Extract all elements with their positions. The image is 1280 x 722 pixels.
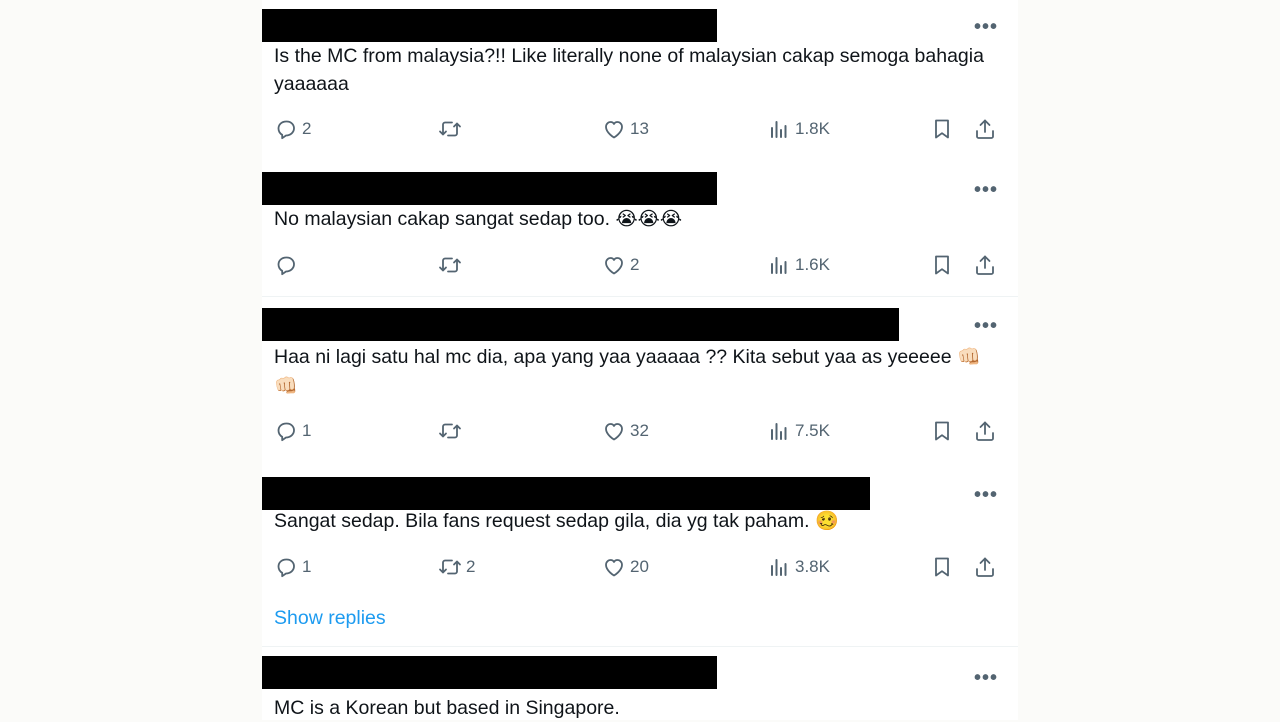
view-count: 3.8K: [795, 557, 830, 576]
share-icon: [976, 255, 994, 275]
bookmark-button[interactable]: [930, 417, 954, 445]
tweet[interactable]: ••• Sangat sedap. Bila fans request seda…: [262, 477, 1018, 602]
reply-button[interactable]: 2: [274, 115, 311, 143]
divider: [262, 646, 1018, 647]
share-button[interactable]: [973, 553, 997, 581]
tweet-actions: 1 2 20 3.8K: [262, 553, 1018, 581]
like-button[interactable]: 13: [602, 115, 649, 143]
heart-icon: [605, 121, 623, 139]
reply-icon: [277, 558, 295, 578]
share-icon: [976, 557, 994, 577]
redacted-author-bar: [262, 9, 717, 42]
show-replies-link[interactable]: Show replies: [274, 607, 386, 630]
view-count: 7.5K: [795, 421, 830, 440]
tweet[interactable]: ••• No malaysian cakap sangat sedap too.…: [262, 172, 1018, 294]
like-count: 32: [630, 421, 649, 440]
view-count: 1.6K: [795, 255, 830, 274]
like-count: 13: [630, 119, 649, 138]
more-icon[interactable]: •••: [974, 316, 998, 336]
bookmark-icon: [935, 255, 949, 275]
reply-button[interactable]: 1: [274, 553, 311, 581]
bookmark-button[interactable]: [930, 553, 954, 581]
retweet-icon: [439, 423, 461, 439]
share-icon: [976, 119, 994, 139]
more-icon[interactable]: •••: [974, 485, 998, 505]
views-icon: [771, 121, 787, 138]
divider: [262, 296, 1018, 297]
reply-count: 1: [302, 421, 312, 440]
reply-icon: [277, 422, 295, 442]
tweet-text: Haa ni lagi satu hal mc dia, apa yang ya…: [274, 346, 981, 397]
heart-icon: [605, 559, 623, 577]
retweet-icon: [439, 121, 461, 137]
share-button[interactable]: [973, 251, 997, 279]
views-icon: [771, 257, 787, 274]
retweet-button[interactable]: [438, 251, 466, 279]
more-icon[interactable]: •••: [974, 180, 998, 200]
more-icon[interactable]: •••: [974, 17, 998, 37]
tweet-actions: 1 32 7.5K: [262, 417, 1018, 445]
retweet-icon: [439, 559, 461, 575]
retweet-button[interactable]: [438, 417, 466, 445]
share-icon: [976, 421, 994, 441]
tweet-actions: 2 1.6K: [262, 251, 1018, 279]
reply-button[interactable]: [274, 251, 302, 279]
redacted-author-bar: [262, 477, 870, 510]
view-count: 1.8K: [795, 119, 830, 138]
views-button[interactable]: 7.5K: [767, 417, 830, 445]
retweet-icon: [439, 257, 461, 273]
reply-count: 1: [302, 557, 312, 576]
reply-button[interactable]: 1: [274, 417, 311, 445]
views-icon: [771, 423, 787, 440]
bookmark-button[interactable]: [930, 251, 954, 279]
tweet-actions: 2 13 1.8K: [262, 115, 1018, 143]
views-icon: [771, 559, 787, 576]
like-button[interactable]: 20: [602, 553, 649, 581]
tweet[interactable]: ••• Is the MC from malaysia?!! Like lite…: [262, 9, 1018, 159]
tweet-text: MC is a Korean but based in Singapore.: [274, 697, 620, 719]
share-button[interactable]: [973, 417, 997, 445]
retweet-count: 2: [466, 557, 476, 576]
reply-count: 2: [302, 119, 312, 138]
tweet-text: Sangat sedap. Bila fans request sedap gi…: [274, 510, 839, 532]
bookmark-icon: [935, 421, 949, 441]
like-count: 20: [630, 557, 649, 576]
views-button[interactable]: 1.8K: [767, 115, 830, 143]
retweet-button[interactable]: [438, 115, 466, 143]
tweet[interactable]: ••• MC is a Korean but based in Singapor…: [262, 656, 1018, 720]
like-button[interactable]: 2: [602, 251, 639, 279]
reply-thread-panel: ••• Is the MC from malaysia?!! Like lite…: [262, 0, 1018, 720]
like-count: 2: [630, 255, 640, 274]
reply-icon: [277, 256, 295, 276]
redacted-author-bar: [262, 308, 899, 341]
like-button[interactable]: 32: [602, 417, 649, 445]
more-icon[interactable]: •••: [974, 668, 998, 688]
bookmark-icon: [935, 557, 949, 577]
retweet-button[interactable]: 2: [438, 553, 475, 581]
tweet-text: No malaysian cakap sangat sedap too. 😭😭😭: [274, 208, 683, 230]
redacted-author-bar: [262, 656, 717, 689]
redacted-author-bar: [262, 172, 717, 205]
emoji: 😭😭😭: [615, 209, 683, 230]
views-button[interactable]: 1.6K: [767, 251, 830, 279]
bookmark-button[interactable]: [930, 115, 954, 143]
heart-icon: [605, 423, 623, 441]
reply-icon: [277, 120, 295, 140]
share-button[interactable]: [973, 115, 997, 143]
emoji: 🥴: [814, 511, 839, 532]
bookmark-icon: [935, 119, 949, 139]
views-button[interactable]: 3.8K: [767, 553, 830, 581]
tweet-text: Is the MC from malaysia?!! Like literall…: [274, 45, 984, 95]
tweet[interactable]: ••• Haa ni lagi satu hal mc dia, apa yan…: [262, 308, 1018, 468]
heart-icon: [605, 257, 623, 275]
